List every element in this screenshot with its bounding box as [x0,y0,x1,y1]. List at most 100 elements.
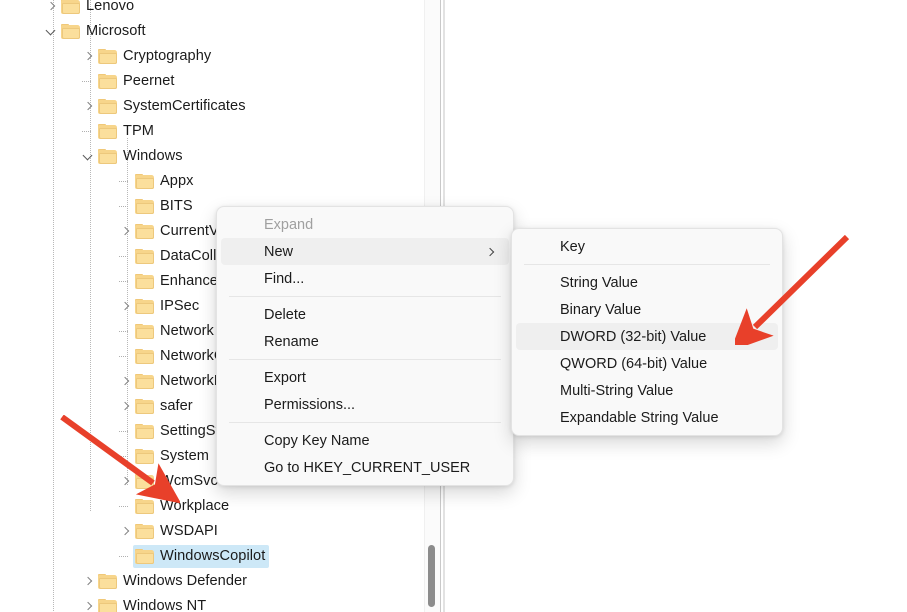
tree-item-label: Windows Defender [123,573,248,590]
tree-item[interactable]: Microsoft [0,19,428,44]
chevron-right-icon[interactable] [118,224,133,239]
folder-icon [135,273,155,290]
menu-item-label: Multi-String Value [560,382,674,399]
tree-connector-dots-icon [118,199,133,214]
chevron-right-icon [485,247,495,256]
menu-item-qword-64-bit-value[interactable]: QWORD (64-bit) Value [516,350,778,377]
folder-icon [135,323,155,340]
folder-icon [135,473,155,490]
tree-item-label: Lenovo [86,0,135,15]
menu-item-label: Find... [264,270,305,287]
folder-icon [61,23,81,40]
folder-icon [135,523,155,540]
tree-item-label: System [160,448,209,465]
tree-item[interactable]: Windows NT [0,594,428,612]
menu-item-export[interactable]: Export [221,364,509,391]
tree-item[interactable]: TPM [0,119,428,144]
folder-icon [135,173,155,190]
menu-item-dword-32-bit-value[interactable]: DWORD (32-bit) Value [516,323,778,350]
tree-connector-dots-icon [118,349,133,364]
tree-connector-dots-icon [118,424,133,439]
tree-connector-dots-icon [118,324,133,339]
tree-item-selected[interactable]: WindowsCopilot [0,544,428,569]
folder-icon [135,348,155,365]
tree-connector-dots-icon [118,499,133,514]
chevron-down-icon[interactable] [81,149,96,164]
tree-item-label: TPM [123,123,154,140]
menu-item-new[interactable]: New [221,238,509,265]
menu-item-label: Delete [264,306,306,323]
menu-item-label: New [264,243,294,260]
chevron-right-icon[interactable] [118,374,133,389]
folder-icon [135,223,155,240]
tree-item-content: IPSec [118,298,199,315]
folder-icon [135,248,155,265]
folder-icon [98,148,118,165]
chevron-right-icon[interactable] [118,399,133,414]
tree-item-content: Windows NT [81,598,206,612]
menu-item-go-to-hkey-current-user[interactable]: Go to HKEY_CURRENT_USER [221,454,509,481]
tree-item[interactable]: SystemCertificates [0,94,428,119]
menu-item-label: Expandable String Value [560,409,719,426]
tree-item-label: safer [160,398,193,415]
chevron-down-icon[interactable] [44,24,59,39]
menu-item-expandable-string-value[interactable]: Expandable String Value [516,404,778,431]
menu-item-rename[interactable]: Rename [221,328,509,355]
folder-icon [98,48,118,65]
chevron-right-icon[interactable] [118,524,133,539]
tree-item-content: SystemCertificates [81,98,246,115]
tree-item-content: WcmSvc [118,473,218,490]
folder-icon [98,98,118,115]
chevron-right-icon[interactable] [118,474,133,489]
chevron-right-icon[interactable] [44,0,59,14]
tree-item-content: Workplace [118,498,229,515]
tree-item[interactable]: Windows [0,144,428,169]
tree-item-label: BITS [160,198,193,215]
menu-separator [229,422,501,423]
tree-item-label: Microsoft [86,23,146,40]
chevron-right-icon[interactable] [81,99,96,114]
folder-icon [135,373,155,390]
chevron-right-icon[interactable] [81,49,96,64]
menu-separator [229,359,501,360]
tree-connector-dots-icon [81,124,96,139]
tree-item[interactable]: WSDAPI [0,519,428,544]
tree-item-content: Windows [81,148,183,165]
menu-item-key[interactable]: Key [516,233,778,260]
chevron-right-icon[interactable] [81,599,96,612]
menu-item-label: Go to HKEY_CURRENT_USER [264,459,471,476]
chevron-right-icon[interactable] [118,299,133,314]
tree-item[interactable]: Peernet [0,69,428,94]
menu-item-permissions[interactable]: Permissions... [221,391,509,418]
tree-item-content: safer [118,398,193,415]
tree-item[interactable]: Cryptography [0,44,428,69]
menu-separator [524,264,770,265]
menu-item-multi-string-value[interactable]: Multi-String Value [516,377,778,404]
folder-icon [135,398,155,415]
tree-item-content: TPM [81,123,154,140]
tree-item-label: Appx [160,173,194,190]
tree-item[interactable]: Windows Defender [0,569,428,594]
tree-item[interactable]: Appx [0,169,428,194]
tree-item[interactable]: Lenovo [0,0,428,19]
new-submenu[interactable]: Key String Value Binary Value DWORD (32-bit… [511,228,783,436]
menu-item-find[interactable]: Find... [221,265,509,292]
menu-item-copy-key-name[interactable]: Copy Key Name [221,427,509,454]
tree-item-content: WSDAPI [118,523,218,540]
menu-item-binary-value[interactable]: Binary Value [516,296,778,323]
folder-icon [135,448,155,465]
menu-item-label: Key [560,238,585,255]
chevron-right-icon[interactable] [81,574,96,589]
folder-icon [98,123,118,140]
menu-item-string-value[interactable]: String Value [516,269,778,296]
folder-icon [61,0,81,15]
tree-item[interactable]: Workplace [0,494,428,519]
folder-icon [135,498,155,515]
tree-item-label: Peernet [123,73,175,90]
registry-key-context-menu[interactable]: Expand New Find... Delete Rename Export Permis… [216,206,514,486]
tree-item-label: Windows [123,148,183,165]
menu-item-delete[interactable]: Delete [221,301,509,328]
tree-scrollbar-thumb[interactable] [428,545,435,607]
tree-item-content: Lenovo [44,0,134,15]
tree-item-label: SystemCertificates [123,98,246,115]
